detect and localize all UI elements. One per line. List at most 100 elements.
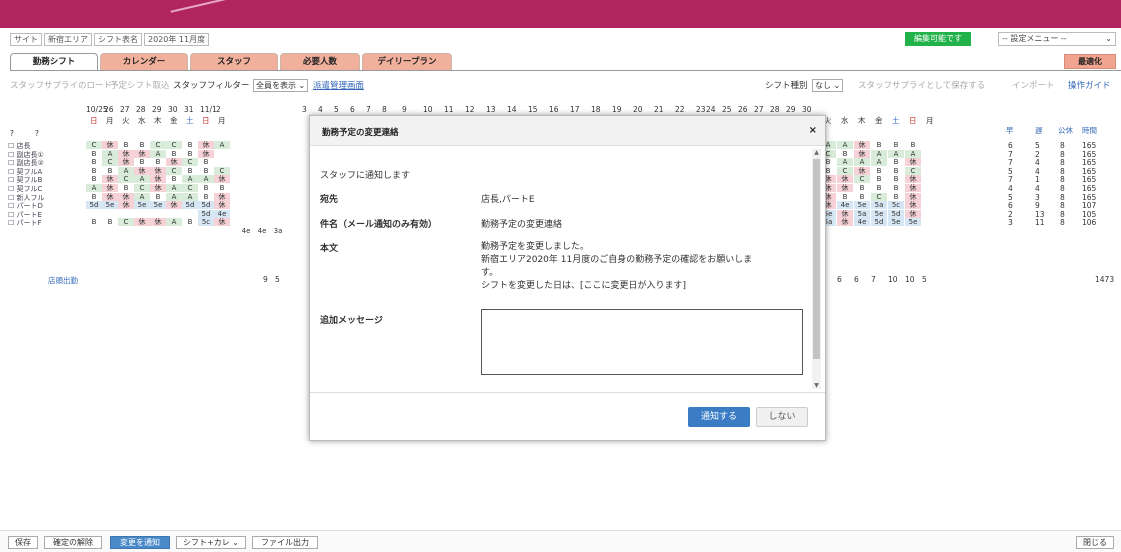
shift-cell[interactable]: B <box>905 141 921 149</box>
shift-cell[interactable]: 休 <box>837 175 853 184</box>
shift-cell[interactable]: C <box>182 184 198 192</box>
shift-cell[interactable]: 5a <box>854 209 870 218</box>
shift-cell[interactable]: A <box>166 218 182 227</box>
shift-cell[interactable]: 休 <box>854 141 870 149</box>
shift-cell[interactable]: B <box>86 167 102 175</box>
shift-cell[interactable]: A <box>182 192 198 201</box>
load-planned-button[interactable]: 予定シフト取込 <box>110 79 170 93</box>
shift-cell[interactable]: A <box>888 149 904 158</box>
shift-cell[interactable]: 5d <box>182 201 198 210</box>
extra-message-textarea[interactable] <box>481 309 803 375</box>
shift-cell[interactable]: 5e <box>854 201 870 210</box>
shift-cell[interactable]: 休 <box>905 175 921 184</box>
shift-cell[interactable]: C <box>854 175 870 184</box>
shift-cell[interactable]: B <box>888 141 904 149</box>
shift-cell[interactable]: 5a <box>871 201 887 210</box>
shift-cell[interactable]: 休 <box>150 166 166 175</box>
shift-cell[interactable]: 休 <box>118 158 134 167</box>
shift-cell[interactable]: B <box>86 175 102 183</box>
shift-cell[interactable]: 5e <box>871 209 887 218</box>
tab-staff[interactable]: スタッフ <box>190 53 278 70</box>
shift-cell[interactable]: A <box>134 192 150 201</box>
shift-cell[interactable]: 休 <box>854 149 870 158</box>
shift-cell[interactable]: 休 <box>134 218 150 227</box>
shift-cell[interactable]: B <box>888 193 904 201</box>
shift-calendar-select[interactable]: シフト+カレ ⌄ <box>176 536 246 549</box>
shift-cell[interactable]: B <box>182 150 198 158</box>
shift-cell[interactable]: B <box>837 193 853 201</box>
save-supply-button[interactable]: スタッフサプライとして保存する <box>858 79 985 93</box>
shift-cell[interactable]: C <box>134 184 150 192</box>
shift-cell[interactable]: B <box>198 167 214 175</box>
shift-cell[interactable]: B <box>854 184 870 192</box>
shift-cell[interactable]: B <box>118 141 134 149</box>
shift-cell[interactable]: A <box>166 192 182 201</box>
import-button[interactable]: インポート <box>1012 79 1055 93</box>
shift-cell[interactable]: 休 <box>102 184 118 192</box>
shift-cell[interactable]: B <box>134 158 150 166</box>
shift-cell[interactable]: B <box>134 141 150 149</box>
shift-cell[interactable]: B <box>214 184 230 192</box>
shift-cell[interactable]: C <box>86 141 102 149</box>
shift-cell[interactable]: 休 <box>102 175 118 184</box>
shift-cell[interactable]: C <box>837 166 853 175</box>
shift-cell[interactable]: 休 <box>837 218 853 227</box>
unconfirm-button[interactable]: 確定の解除 <box>44 536 102 549</box>
shift-cell[interactable]: C <box>166 141 182 149</box>
tab-calendar[interactable]: カレンダー <box>100 53 188 70</box>
shift-cell[interactable]: 休 <box>150 175 166 184</box>
shift-cell[interactable]: B <box>86 218 102 226</box>
shift-cell[interactable]: A <box>871 149 887 158</box>
shift-cell[interactable]: 休 <box>134 166 150 175</box>
shift-cell[interactable]: 休 <box>102 141 118 149</box>
shift-cell[interactable]: 5e <box>150 201 166 210</box>
shift-cell[interactable]: B <box>166 150 182 158</box>
shift-cell[interactable]: 休 <box>905 209 921 218</box>
shift-cell[interactable]: B <box>837 150 853 158</box>
shift-cell[interactable]: C <box>166 166 182 175</box>
scroll-down-icon[interactable]: ▼ <box>812 382 821 389</box>
shift-cell[interactable]: 休 <box>118 192 134 201</box>
shift-cell[interactable]: C <box>150 141 166 149</box>
shift-cell[interactable]: B <box>871 141 887 149</box>
load-supply-button[interactable]: スタッフサプライのロード <box>10 79 112 93</box>
shift-cell[interactable]: A <box>214 141 230 149</box>
shift-cell[interactable]: 休 <box>214 218 230 227</box>
shift-cell[interactable]: B <box>150 158 166 166</box>
optimize-button[interactable]: 最適化 <box>1064 54 1116 69</box>
shift-cell[interactable]: A <box>837 141 853 149</box>
shift-cell[interactable]: B <box>871 167 887 175</box>
shift-cell[interactable]: 5d <box>871 218 887 227</box>
close-button[interactable]: 閉じる <box>1076 536 1114 549</box>
shift-cell[interactable]: A <box>905 149 921 158</box>
shift-cell[interactable]: 休 <box>198 149 214 158</box>
shift-cell[interactable]: A <box>871 158 887 167</box>
shift-cell[interactable]: 休 <box>214 201 230 210</box>
shift-cell[interactable]: 5d <box>86 201 102 210</box>
shift-cell[interactable]: 4e <box>254 227 270 235</box>
shift-cell[interactable]: 3a <box>270 227 286 235</box>
shift-type-select[interactable]: なし ⌄ <box>812 79 844 92</box>
scroll-up-icon[interactable]: ▲ <box>812 149 821 156</box>
shift-cell[interactable]: A <box>102 149 118 158</box>
shift-cell[interactable]: 4e <box>837 201 853 210</box>
tab-shift[interactable]: 勤務シフト <box>10 53 98 71</box>
shift-cell[interactable]: B <box>102 218 118 226</box>
shift-cell[interactable]: C <box>102 158 118 167</box>
shift-cell[interactable]: C <box>905 166 921 175</box>
shift-cell[interactable]: 休 <box>905 158 921 167</box>
shift-cell[interactable]: A <box>837 158 853 167</box>
shift-cell[interactable]: B <box>854 193 870 201</box>
dialog-scrollbar[interactable]: ▲ ▼ <box>812 149 821 389</box>
shift-cell[interactable]: 5d <box>888 209 904 218</box>
shift-cell[interactable]: 休 <box>905 201 921 210</box>
shift-cell[interactable]: B <box>198 158 214 166</box>
shift-cell[interactable]: C <box>214 166 230 175</box>
shift-cell[interactable]: 5c <box>888 201 904 210</box>
shift-cell[interactable]: B <box>86 150 102 158</box>
notify-button[interactable]: 通知する <box>688 407 750 427</box>
shift-cell[interactable]: 4e <box>238 227 254 235</box>
shift-cell[interactable]: B <box>150 193 166 201</box>
shift-cell[interactable]: A <box>86 184 102 192</box>
shift-cell[interactable]: 4e <box>854 218 870 227</box>
